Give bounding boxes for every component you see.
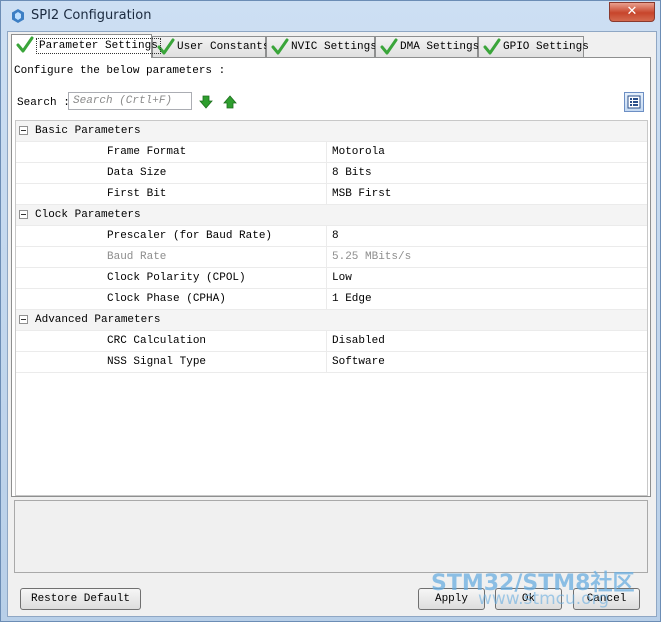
app-icon bbox=[12, 9, 24, 23]
tab-user-constants[interactable]: User Constants bbox=[152, 36, 270, 57]
column-separator bbox=[326, 331, 327, 351]
restore-default-button[interactable]: Restore Default bbox=[20, 588, 141, 610]
search-input[interactable] bbox=[68, 92, 192, 110]
param-name: Prescaler (for Baud Rate) bbox=[107, 230, 273, 242]
spi2-configuration-dialog: SPI2 Configuration ✕ Parameter Settings … bbox=[0, 0, 661, 622]
param-value[interactable]: Disabled bbox=[332, 331, 385, 351]
column-separator bbox=[326, 289, 327, 309]
collapse-icon[interactable] bbox=[19, 210, 28, 219]
param-name: Data Size bbox=[107, 167, 167, 179]
dialog-client-area: Parameter Settings User Constants NVIC S… bbox=[7, 31, 657, 617]
column-separator bbox=[326, 226, 327, 246]
group-clock-parameters[interactable]: Clock Parameters bbox=[16, 205, 647, 226]
param-value[interactable]: 8 bbox=[332, 226, 339, 246]
param-value[interactable]: 1 Edge bbox=[332, 289, 372, 309]
parameter-settings-panel: Configure the below parameters : Search … bbox=[11, 57, 651, 497]
instruction-text: Configure the below parameters : bbox=[14, 65, 226, 77]
group-label: Clock Parameters bbox=[35, 209, 141, 221]
param-row-prescaler[interactable]: Prescaler (for Baud Rate) 8 bbox=[16, 226, 647, 247]
column-separator bbox=[326, 247, 327, 267]
check-icon bbox=[16, 36, 34, 53]
list-view-button[interactable] bbox=[624, 92, 644, 112]
tab-label: Parameter Settings bbox=[36, 38, 161, 54]
param-row-clock-phase[interactable]: Clock Phase (CPHA) 1 Edge bbox=[16, 289, 647, 310]
column-separator bbox=[326, 352, 327, 372]
list-view-icon bbox=[627, 95, 641, 109]
param-value[interactable]: Motorola bbox=[332, 142, 385, 162]
param-row-clock-polarity[interactable]: Clock Polarity (CPOL) Low bbox=[16, 268, 647, 289]
param-row-first-bit[interactable]: First Bit MSB First bbox=[16, 184, 647, 205]
param-value[interactable]: Software bbox=[332, 352, 385, 372]
group-label: Basic Parameters bbox=[35, 125, 141, 137]
tab-parameter-settings[interactable]: Parameter Settings bbox=[11, 34, 161, 58]
group-label: Advanced Parameters bbox=[35, 314, 161, 326]
close-button[interactable]: ✕ bbox=[609, 2, 655, 22]
param-name: CRC Calculation bbox=[107, 335, 207, 347]
search-label: Search : bbox=[17, 97, 70, 109]
group-advanced-parameters[interactable]: Advanced Parameters bbox=[16, 310, 647, 331]
arrow-down-icon[interactable] bbox=[199, 95, 213, 109]
column-separator bbox=[326, 163, 327, 183]
tab-label: NVIC Settings bbox=[291, 41, 377, 53]
param-name: Clock Phase (CPHA) bbox=[107, 293, 226, 305]
tab-bar: Parameter Settings User Constants NVIC S… bbox=[11, 34, 651, 58]
collapse-icon[interactable] bbox=[19, 126, 28, 135]
param-row-crc-calculation[interactable]: CRC Calculation Disabled bbox=[16, 331, 647, 352]
arrow-up-icon[interactable] bbox=[223, 95, 237, 109]
param-name: NSS Signal Type bbox=[107, 356, 207, 368]
param-name: Baud Rate bbox=[107, 251, 167, 263]
check-icon bbox=[380, 38, 398, 55]
param-row-data-size[interactable]: Data Size 8 Bits bbox=[16, 163, 647, 184]
check-icon bbox=[483, 38, 501, 55]
tab-label: User Constants bbox=[177, 41, 270, 53]
param-name: Clock Polarity (CPOL) bbox=[107, 272, 246, 284]
tab-gpio-settings[interactable]: GPIO Settings bbox=[478, 36, 589, 57]
param-row-nss-signal-type[interactable]: NSS Signal Type Software bbox=[16, 352, 647, 373]
param-row-frame-format[interactable]: Frame Format Motorola bbox=[16, 142, 647, 163]
description-box bbox=[14, 500, 648, 573]
column-separator bbox=[326, 142, 327, 162]
tab-label: GPIO Settings bbox=[503, 41, 589, 53]
title-bar[interactable]: SPI2 Configuration ✕ bbox=[1, 1, 660, 31]
param-row-baud-rate: Baud Rate 5.25 MBits/s bbox=[16, 247, 647, 268]
param-value[interactable]: MSB First bbox=[332, 184, 391, 204]
watermark-site: www.stmcu.org bbox=[478, 589, 610, 609]
tab-label: DMA Settings bbox=[400, 41, 480, 53]
param-value[interactable]: Low bbox=[332, 268, 352, 288]
check-icon bbox=[271, 38, 289, 55]
collapse-icon[interactable] bbox=[19, 315, 28, 324]
param-value[interactable]: 8 Bits bbox=[332, 163, 372, 183]
tab-nvic-settings[interactable]: NVIC Settings bbox=[266, 36, 377, 57]
param-name: Frame Format bbox=[107, 146, 187, 158]
tab-dma-settings[interactable]: DMA Settings bbox=[375, 36, 480, 57]
parameter-grid: Basic Parameters Frame Format Motorola D… bbox=[15, 120, 648, 496]
param-value: 5.25 MBits/s bbox=[332, 251, 412, 263]
column-separator bbox=[326, 268, 327, 288]
column-separator bbox=[326, 184, 327, 204]
close-icon: ✕ bbox=[626, 4, 638, 19]
window-title: SPI2 Configuration bbox=[31, 8, 152, 23]
param-name: First Bit bbox=[107, 188, 167, 200]
group-basic-parameters[interactable]: Basic Parameters bbox=[16, 121, 647, 142]
